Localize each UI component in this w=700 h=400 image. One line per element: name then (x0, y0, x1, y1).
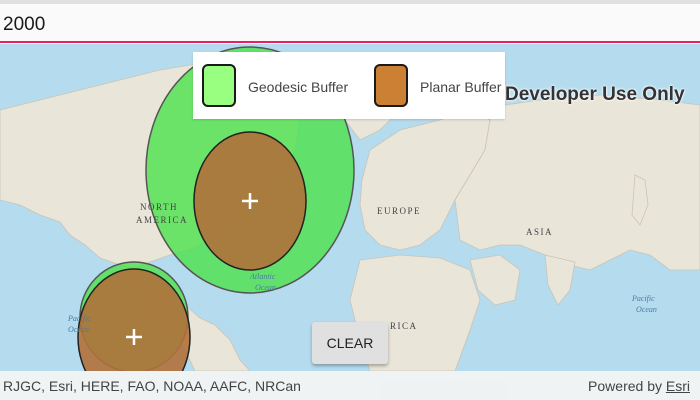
map-label-pacific-east-ocean: Ocean (636, 305, 657, 314)
powered-by: Powered by Esri (588, 378, 690, 394)
clear-button[interactable]: CLEAR (312, 322, 388, 364)
map-label-pacific-west: Pacific (67, 314, 91, 323)
map-label-africa: RICA (390, 321, 418, 331)
planar-label: Planar Buffer (420, 79, 502, 95)
map-label-america: AMERICA (136, 215, 188, 225)
buffer-distance-input[interactable] (3, 12, 693, 38)
planar-swatch (374, 64, 408, 107)
top-bar (0, 0, 700, 44)
map-label-atlantic-ocean: Ocean (255, 283, 276, 292)
map-label-asia: ASIA (526, 227, 553, 237)
status-shade (0, 0, 700, 4)
attribution-text: RJGC, Esri, HERE, FAO, NOAA, AAFC, NRCan (3, 378, 301, 394)
developer-watermark: Developer Use Only (505, 84, 685, 105)
powered-by-label: Powered by (588, 378, 662, 394)
geodesic-label: Geodesic Buffer (248, 79, 349, 95)
geodesic-swatch (202, 64, 236, 107)
esri-link[interactable]: Esri (666, 378, 690, 394)
india-land (544, 254, 576, 306)
asia-land (454, 94, 700, 271)
map-label-europe: EUROPE (377, 206, 421, 216)
input-underline (0, 41, 700, 43)
map-label-north: NORTH (140, 202, 178, 212)
map-label-pacific-east: Pacific (631, 294, 655, 303)
attribution-bar: RJGC, Esri, HERE, FAO, NOAA, AAFC, NRCan… (0, 371, 700, 400)
buffer-legend: Geodesic Buffer Planar Buffer (193, 52, 505, 119)
map-label-pacific-west-ocean: Ocean (68, 325, 89, 334)
map-label-atlantic: Atlantic (249, 272, 276, 281)
